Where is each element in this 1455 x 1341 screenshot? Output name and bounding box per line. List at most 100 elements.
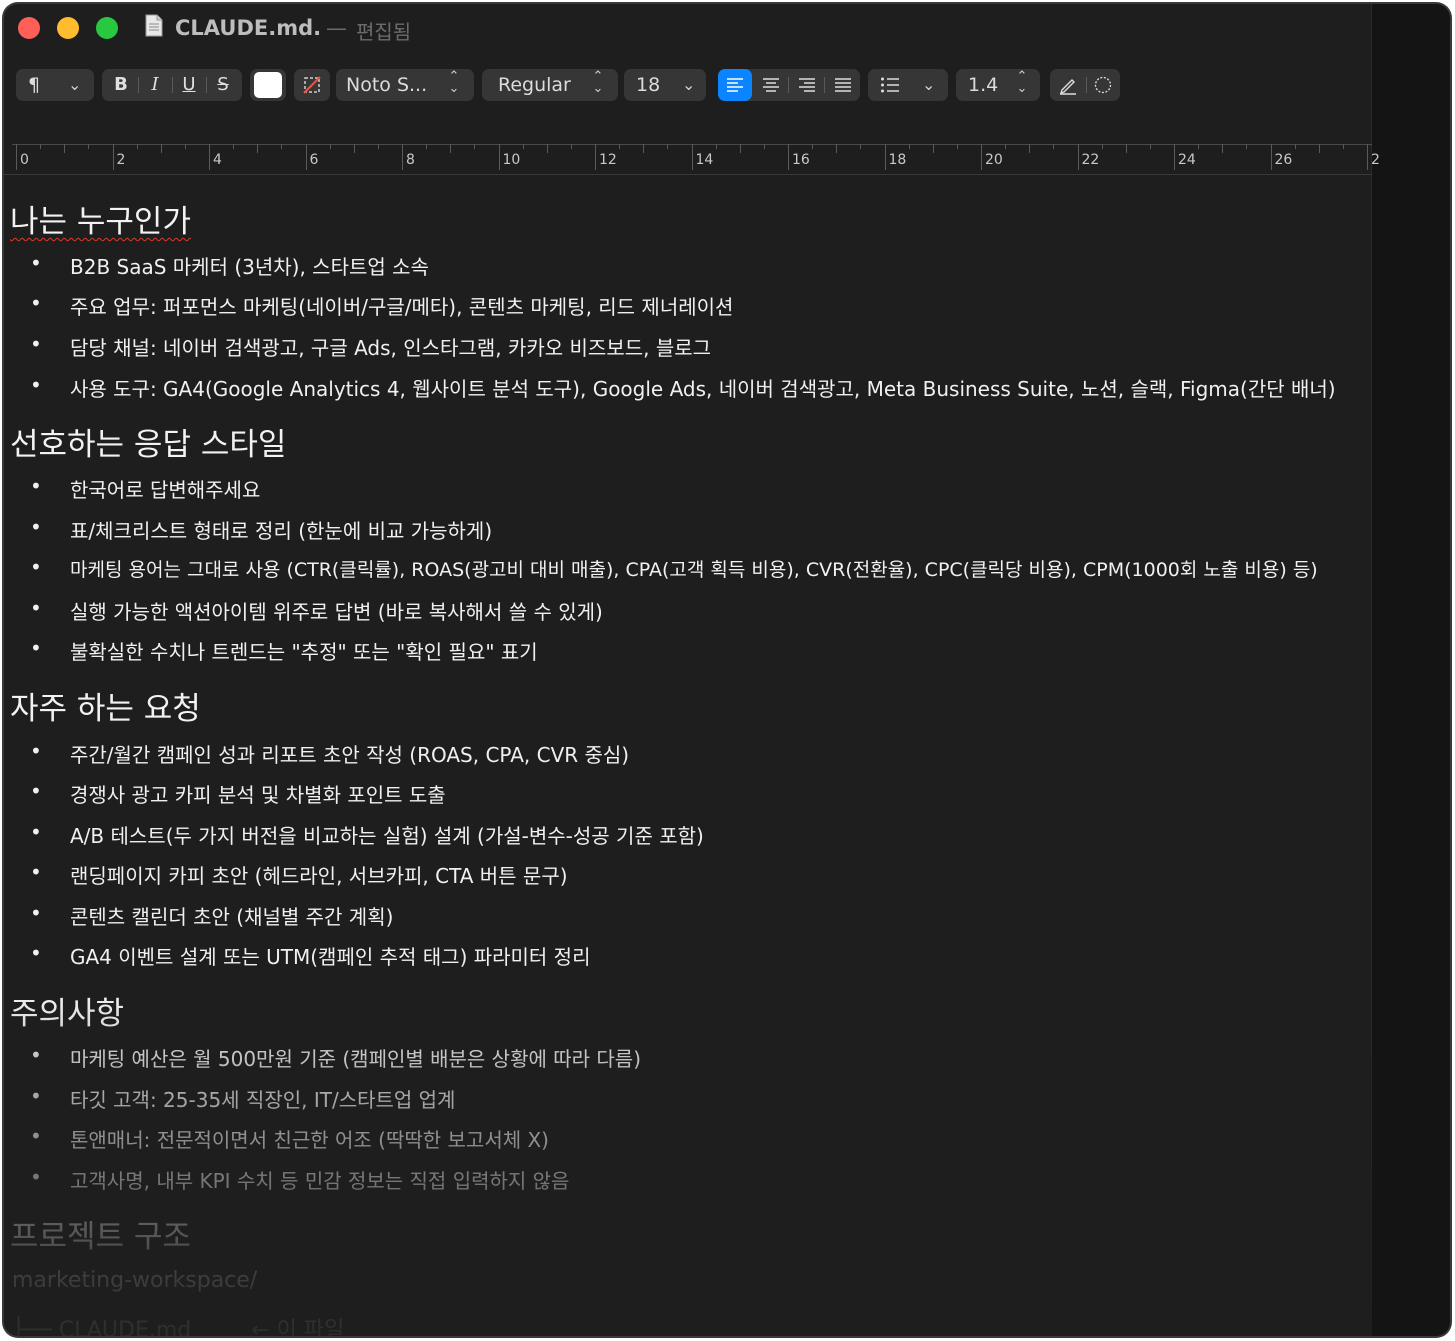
ruler-minor-tick	[40, 144, 42, 149]
bullet: •	[30, 1043, 42, 1067]
ruler-minor-tick	[812, 144, 814, 149]
section-heading: 자주 하는 요청	[10, 691, 201, 727]
bullet: •	[30, 636, 42, 660]
ruler-minor-tick	[643, 144, 645, 153]
ruler-major-tick	[1174, 144, 1175, 170]
highlight-clear-icon	[303, 76, 321, 94]
ruler-minor-tick	[353, 144, 355, 153]
bullet: •	[30, 474, 42, 498]
ruler-major-tick	[1367, 144, 1368, 170]
bullet: •	[30, 596, 42, 620]
ruler-major-tick	[209, 144, 210, 170]
ruler-minor-tick	[739, 144, 741, 153]
bullet: •	[30, 820, 42, 844]
ruler-minor-tick	[763, 144, 765, 149]
editor-window: CLAUDE.md. — 편집됨 ¶ ⌄ B I U S Noto S... ⌃…	[4, 4, 1450, 1336]
bullet: •	[30, 555, 42, 579]
ruler-minor-tick	[257, 144, 259, 153]
ruler-number: 4	[213, 152, 222, 168]
ruler-number: 6	[309, 152, 319, 168]
document-body[interactable]: 나는 누구인가 • B2B SaaS 마케터 (3년차), 스타트업 소속 • 주요…	[4, 174, 1372, 1336]
align-left-button[interactable]	[718, 69, 752, 101]
ruler-number: 2	[116, 152, 126, 168]
ruler-number: 2	[1371, 152, 1380, 168]
font-family-select[interactable]: Noto S... ⌃ ⌄	[336, 69, 474, 101]
minimize-window-button[interactable]	[57, 17, 79, 39]
ruler-number: 12	[599, 152, 617, 168]
document-title: CLAUDE.md.	[175, 16, 322, 40]
circle-icon[interactable]	[1094, 76, 1112, 94]
strikethrough-button[interactable]: S	[212, 74, 234, 95]
ruler-major-tick	[112, 144, 114, 170]
ruler-major-tick	[402, 144, 403, 170]
bullet: •	[30, 1124, 42, 1148]
ruler[interactable]: 0 2 4 6 8 10 12 14 16 18 20 22 24 26 2	[4, 122, 1380, 175]
ruler-major-tick	[305, 144, 307, 170]
zoom-window-button[interactable]	[96, 17, 118, 39]
ruler-minor-tick	[329, 144, 331, 149]
edited-status: 편집됨	[356, 20, 412, 44]
ruler-minor-tick	[570, 144, 572, 149]
ruler-major-tick	[498, 144, 500, 170]
ruler-number: 20	[985, 152, 1003, 168]
bullet: •	[30, 332, 42, 356]
divider	[206, 77, 207, 93]
font-size-value: 18	[636, 74, 661, 96]
close-window-button[interactable]	[18, 17, 40, 39]
list-style-dropdown[interactable]: ⌄	[868, 69, 948, 101]
ruler-minor-tick	[474, 144, 476, 149]
bold-button[interactable]: B	[110, 74, 132, 95]
divider	[788, 77, 789, 93]
title-separator: —	[326, 16, 347, 40]
ruler-minor-tick	[1246, 144, 1248, 149]
divider	[172, 77, 173, 93]
paragraph-style-dropdown[interactable]: ¶ ⌄	[16, 69, 94, 101]
ruler-minor-tick	[1125, 144, 1127, 153]
ruler-minor-tick	[908, 144, 910, 149]
underline-button[interactable]: U	[178, 74, 200, 95]
align-left-icon	[727, 78, 743, 92]
bullet: •	[30, 941, 42, 965]
ruler-number: 26	[1274, 152, 1293, 168]
pencil-icon[interactable]	[1058, 75, 1078, 95]
section-heading: 나는 누구인가	[10, 204, 191, 240]
ruler-minor-tick	[184, 144, 186, 149]
ruler-minor-tick	[136, 144, 138, 149]
justify-icon[interactable]	[834, 76, 852, 94]
ruler-minor-tick	[1005, 144, 1007, 149]
stepper-icon: ⌃ ⌄	[592, 69, 604, 96]
ruler-number: 14	[695, 152, 714, 168]
ruler-minor-tick	[1294, 144, 1296, 149]
align-right-icon[interactable]	[798, 76, 816, 94]
divider	[824, 77, 825, 93]
background-color-button[interactable]	[294, 69, 330, 101]
chevron-down-icon: ⌄	[682, 75, 696, 94]
list-icon	[881, 77, 899, 93]
bullet: •	[30, 860, 42, 884]
ruler-major-tick	[1077, 144, 1079, 170]
line-spacing-select[interactable]: 1.4 ⌃ ⌄	[956, 69, 1040, 101]
ruler-major-tick	[788, 144, 789, 170]
bullet: •	[30, 373, 42, 397]
ruler-minor-tick	[1149, 144, 1151, 149]
font-family-value: Noto S...	[346, 74, 428, 96]
folder-tree-line: ├── CLAUDE.md ← 이 파일	[12, 1318, 345, 1336]
ruler-major-tick	[981, 144, 982, 170]
paragraph-style-icon: ¶	[28, 74, 41, 96]
bullet: •	[30, 291, 42, 315]
ruler-minor-tick	[1198, 144, 1200, 149]
text-color-button[interactable]	[250, 69, 286, 101]
ruler-number: 18	[888, 152, 907, 168]
font-size-combo[interactable]: 18 ⌄	[624, 69, 706, 101]
ruler-minor-tick	[1342, 144, 1344, 149]
stepper-icon: ⌃ ⌄	[1016, 69, 1028, 96]
ruler-minor-tick	[860, 144, 862, 149]
ruler-number: 16	[792, 152, 810, 168]
italic-button[interactable]: I	[144, 74, 166, 95]
align-center-icon[interactable]	[762, 76, 780, 94]
alignment-group	[718, 69, 860, 101]
ruler-minor-tick	[426, 144, 428, 149]
ruler-minor-tick	[1053, 144, 1055, 149]
font-style-select[interactable]: Regular ⌃ ⌄	[482, 69, 618, 101]
folder-tree-root: marketing-workspace/	[12, 1268, 258, 1293]
